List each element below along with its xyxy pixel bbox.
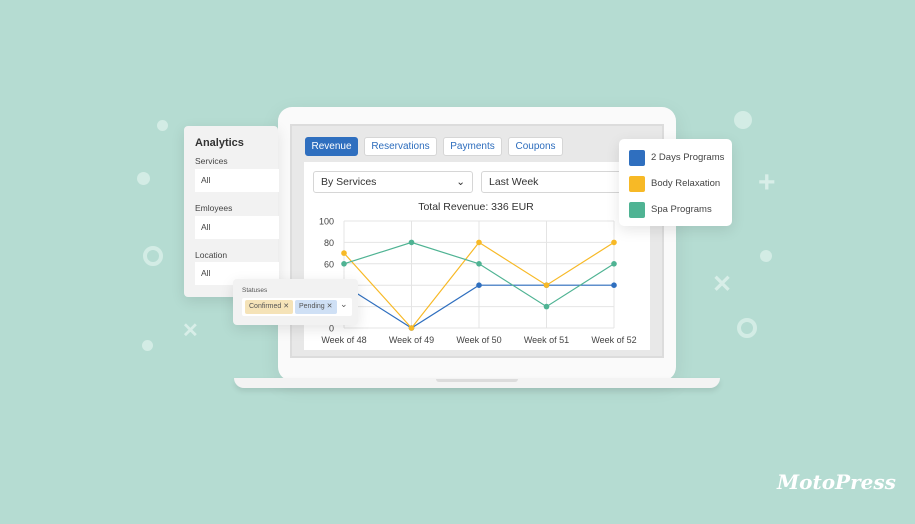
- brand-logo: MotoPress: [777, 470, 896, 494]
- chart-legend: 2 Days Programs Body Relaxation Spa Prog…: [619, 139, 732, 226]
- data-point: [476, 261, 482, 267]
- location-label: Location: [195, 250, 228, 260]
- legend-item: Body Relaxation: [629, 176, 720, 192]
- decor-ring: [143, 246, 163, 266]
- x-tick-label: Week of 48: [321, 335, 366, 345]
- data-point: [543, 303, 550, 310]
- x-tick-label: Week of 51: [524, 335, 569, 345]
- status-chip-pending[interactable]: Pending ✕: [295, 300, 337, 314]
- decor-dot: [760, 250, 772, 262]
- chart-title: Total Revenue: 336 EUR: [418, 201, 534, 213]
- x-tick-label: Week of 50: [456, 335, 501, 345]
- legend-swatch: [629, 150, 645, 166]
- period-value: Last Week: [489, 176, 539, 188]
- laptop-notch: [436, 379, 518, 382]
- decor-dot: [142, 340, 153, 351]
- data-point: [341, 261, 347, 267]
- services-label: Services: [195, 156, 228, 166]
- data-point: [408, 239, 415, 246]
- data-point: [611, 282, 617, 288]
- analytics-title: Analytics: [195, 137, 244, 149]
- group-by-value: By Services: [321, 176, 377, 188]
- y-tick-label: 0: [329, 324, 334, 334]
- tab-reservations[interactable]: Reservations: [364, 137, 437, 156]
- legend-label: Spa Programs: [651, 204, 712, 215]
- y-tick-label: 100: [319, 217, 334, 227]
- x-tick-label: Week of 49: [389, 335, 434, 345]
- group-by-select[interactable]: By Services ⌄: [313, 171, 473, 193]
- data-point: [341, 250, 347, 256]
- decor-x-icon: ✕: [712, 271, 733, 298]
- employees-field[interactable]: All: [195, 216, 279, 239]
- decor-x-icon: ✕: [182, 320, 199, 342]
- remove-icon[interactable]: ✕: [283, 303, 289, 310]
- remove-icon[interactable]: ✕: [327, 303, 333, 310]
- legend-swatch: [629, 176, 645, 192]
- tab-revenue[interactable]: Revenue: [305, 137, 358, 156]
- data-point: [476, 239, 482, 246]
- period-select[interactable]: Last Week: [481, 171, 626, 193]
- decor-dot: [137, 172, 150, 185]
- status-chip-confirmed[interactable]: Confirmed ✕: [245, 300, 294, 314]
- statuses-label: Statuses: [242, 287, 268, 294]
- tab-coupons[interactable]: Coupons: [508, 137, 563, 156]
- data-point: [611, 239, 617, 246]
- y-tick-label: 80: [324, 238, 334, 248]
- decor-dot: [157, 120, 168, 131]
- legend-item: Spa Programs: [629, 202, 712, 218]
- chip-label: Pending: [299, 303, 325, 310]
- revenue-chart: Total Revenue: 336 EUR 020406080100Week …: [319, 201, 637, 345]
- tab-payments[interactable]: Payments: [443, 137, 502, 156]
- legend-item: 2 Days Programs: [629, 150, 724, 166]
- decor-ring: [737, 318, 757, 338]
- decor-dot: [734, 111, 752, 129]
- chevron-down-icon: ⌄: [456, 176, 465, 188]
- chevron-down-icon[interactable]: ⌄: [340, 299, 348, 310]
- data-point: [476, 282, 482, 288]
- x-tick-label: Week of 52: [591, 335, 636, 345]
- data-point: [543, 282, 550, 288]
- chip-label: Confirmed: [249, 303, 282, 310]
- legend-swatch: [629, 202, 645, 218]
- data-point: [408, 325, 415, 331]
- decor-plus-icon: +: [758, 166, 776, 199]
- data-point: [611, 261, 617, 267]
- services-field[interactable]: All: [195, 169, 279, 192]
- employees-label: Emloyees: [195, 203, 233, 213]
- legend-label: 2 Days Programs: [651, 152, 725, 163]
- y-tick-label: 60: [324, 259, 334, 269]
- legend-label: Body Relaxation: [651, 178, 721, 189]
